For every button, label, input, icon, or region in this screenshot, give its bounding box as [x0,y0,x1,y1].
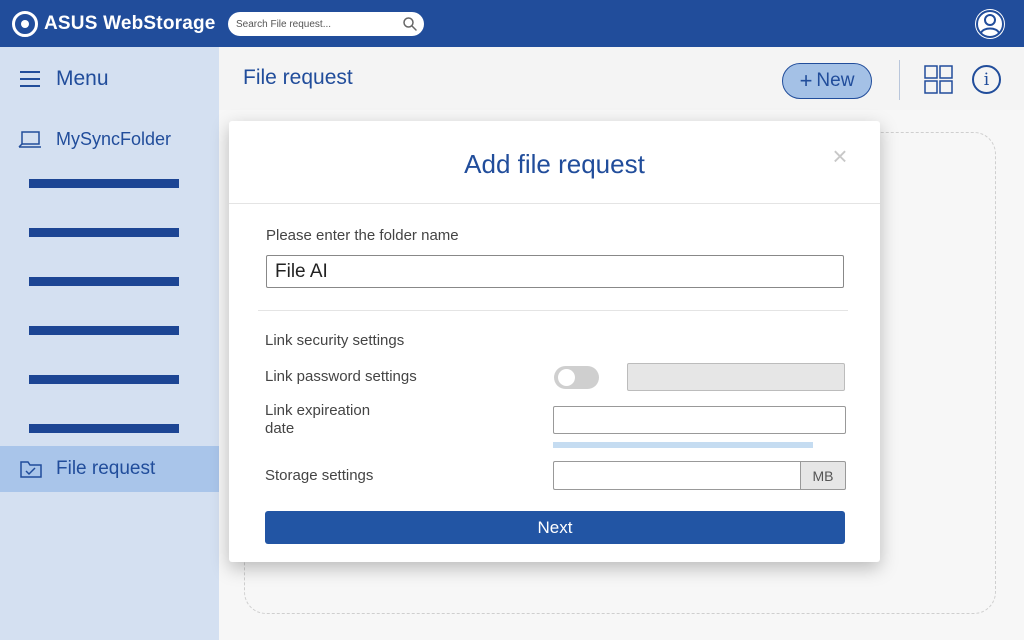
next-button[interactable]: Next [265,511,845,544]
header-divider [899,60,900,100]
link-password-toggle[interactable] [554,366,599,389]
new-button-label: New [816,70,855,91]
sidebar: Menu MySyncFolder File request [0,47,219,640]
menu-label: Menu [56,67,109,90]
sidebar-item-placeholder[interactable] [29,375,179,384]
storage-settings-label: Storage settings [265,467,374,484]
add-file-request-dialog: Add file request × Please enter the fold… [229,121,880,562]
search-box [228,12,424,36]
search-input[interactable] [236,12,396,36]
sidebar-menu-toggle[interactable]: Menu [20,67,109,91]
sidebar-item-placeholder[interactable] [29,277,179,286]
plus-icon: + [799,68,813,93]
link-password-input[interactable] [627,363,845,391]
link-security-label: Link security settings [265,332,405,349]
top-bar: ASUS WebStorage [0,0,1024,47]
dialog-title: Add file request [464,149,645,179]
folder-name-label: Please enter the folder name [266,227,459,244]
brand[interactable]: ASUS WebStorage [12,11,216,37]
grid-view-icon[interactable] [924,65,953,94]
link-expiration-label: Link expireation date [265,402,371,437]
storage-unit: MB [800,461,846,490]
link-password-label: Link password settings [265,368,417,385]
page-title: File request [243,66,353,89]
laptop-icon [18,130,41,148]
sidebar-item-file-request[interactable]: File request [0,446,219,492]
brand-name: ASUS WebStorage [44,13,216,34]
date-input-underline [553,442,813,448]
divider [229,203,880,204]
folder-check-icon [20,461,42,478]
sidebar-item-placeholder[interactable] [29,179,179,188]
divider [258,310,848,311]
storage-size-input[interactable] [553,461,801,490]
search-icon[interactable] [402,16,418,32]
sidebar-item-placeholder[interactable] [29,424,179,433]
toggle-knob [558,369,575,386]
hamburger-icon [20,71,40,87]
sidebar-item-mysyncfolder[interactable]: MySyncFolder [18,129,171,150]
close-icon[interactable]: × [829,143,851,169]
sidebar-item-placeholder[interactable] [29,326,179,335]
sidebar-item-placeholder[interactable] [29,228,179,237]
new-button[interactable]: + New [782,63,872,99]
asus-webstorage-logo-icon [12,11,38,37]
sidebar-item-label: MySyncFolder [56,129,172,149]
info-icon[interactable]: i [972,65,1001,94]
sidebar-item-label: File request [56,458,156,479]
folder-name-input[interactable] [266,255,844,288]
link-expiration-date-input[interactable] [553,406,846,434]
user-avatar-icon[interactable] [975,9,1005,39]
